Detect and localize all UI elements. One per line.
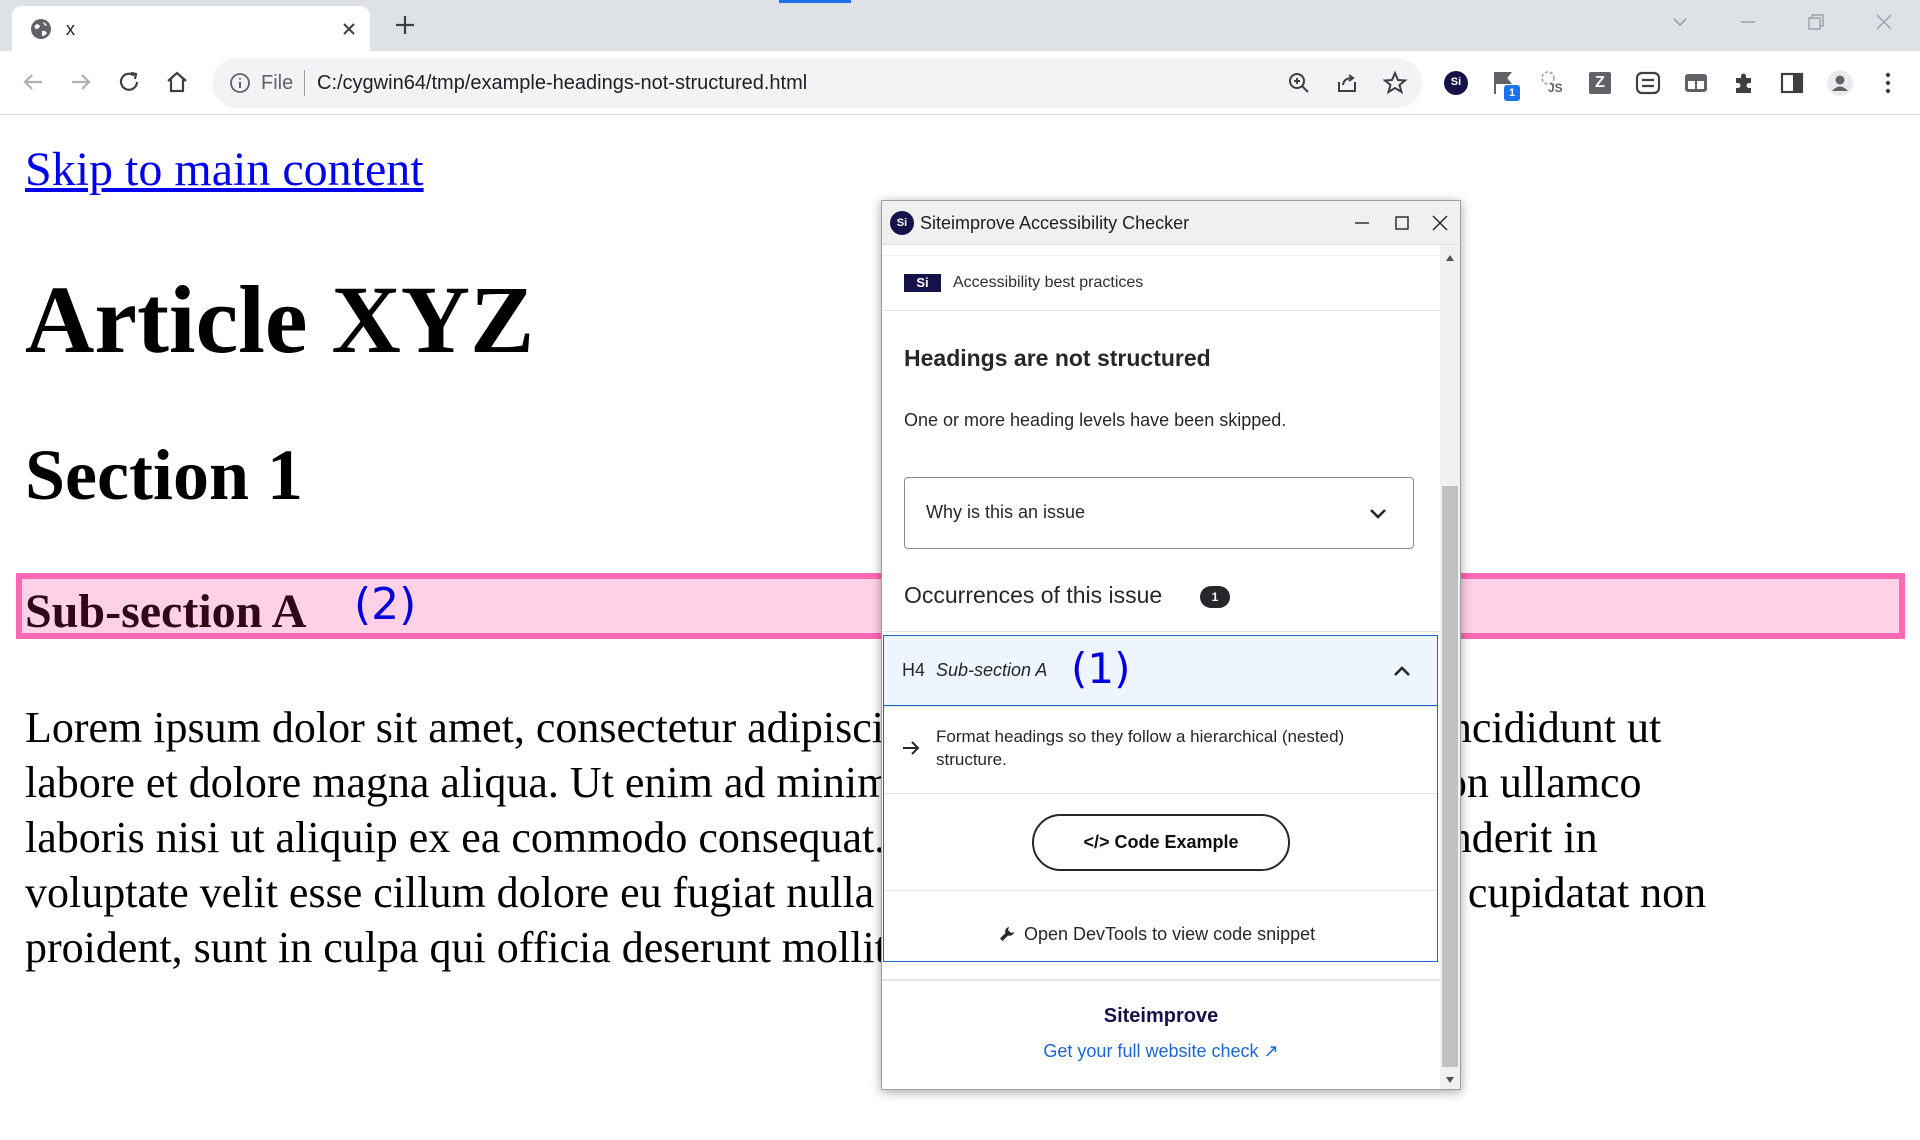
loading-indicator: [779, 0, 851, 3]
profile-avatar-icon[interactable]: [1826, 69, 1854, 97]
code-example-button[interactable]: </> Code Example: [1032, 814, 1290, 871]
scheme-label: File: [261, 72, 294, 94]
wrench-icon: [1000, 927, 1014, 941]
heading-article: Article XYZ: [25, 266, 535, 373]
arrow-right-icon: [903, 741, 920, 755]
guidance-text: Format headings so they follow a hierarc…: [936, 727, 1345, 769]
extension-badge: 1: [1504, 85, 1520, 101]
ext-z-label: Z: [1595, 74, 1605, 91]
siteimprove-logo: Si: [890, 211, 914, 235]
heading-section-1: Section 1: [25, 435, 303, 515]
forward-icon[interactable]: [64, 65, 98, 99]
browser-toolbar: File C:/cygwin64/tmp/example-headings-no…: [0, 51, 1920, 115]
guidance-row: Format headings so they follow a hierarc…: [884, 706, 1437, 794]
address-bar[interactable]: File C:/cygwin64/tmp/example-headings-no…: [212, 58, 1422, 108]
stack-extension-icon[interactable]: [1634, 69, 1662, 97]
side-panel-icon[interactable]: [1778, 69, 1806, 97]
occurrence-name: Sub-section A: [936, 660, 1048, 680]
brand-name: Siteimprove: [1103, 1005, 1219, 1027]
popup-content: Si Accessibility best practices Headings…: [882, 245, 1440, 1089]
devtools-link[interactable]: Open DevTools to view code snippet: [1024, 924, 1315, 945]
category-header: Si Accessibility best practices: [882, 255, 1440, 311]
minimize-icon[interactable]: [1736, 10, 1760, 34]
globe-icon: [31, 19, 51, 39]
restore-icon[interactable]: [1804, 10, 1828, 34]
zoom-icon[interactable]: [1286, 70, 1312, 96]
popup-title: Siteimprove Accessibility Checker: [920, 213, 1190, 233]
bookmark-star-icon[interactable]: [1382, 70, 1408, 96]
popup-maximize-icon[interactable]: [1390, 211, 1414, 235]
tab-search-icon[interactable]: [1668, 10, 1692, 34]
si-badge: Si: [904, 274, 941, 292]
ext-si-label: Si: [1450, 76, 1462, 88]
issue-title: Headings are not structured: [904, 345, 1211, 371]
reload-icon[interactable]: [112, 65, 146, 99]
skip-to-main-link[interactable]: Skip to main content: [25, 142, 424, 197]
url-text[interactable]: C:/cygwin64/tmp/example-headings-not-str…: [317, 72, 807, 95]
occurrence-details: Format headings so they follow a hierarc…: [883, 706, 1438, 962]
occurrence-tag: H4: [902, 660, 926, 680]
popup-minimize-icon[interactable]: [1350, 211, 1374, 235]
why-is-this-an-issue-accordion[interactable]: Why is this an issue: [904, 477, 1414, 549]
tab-title: x: [66, 19, 75, 39]
popup-title-bar[interactable]: Si Siteimprove Accessibility Checker: [882, 201, 1460, 245]
scroll-up-arrow-icon[interactable]: [1446, 255, 1454, 261]
occurrences-heading: Occurrences of this issue: [904, 582, 1163, 608]
full-website-check-link[interactable]: Get your full website check ↗: [882, 1041, 1440, 1062]
chevron-down-icon: [1370, 509, 1386, 519]
popup-close-icon[interactable]: [1428, 211, 1452, 235]
scroll-down-arrow-icon[interactable]: [1446, 1077, 1454, 1083]
reader-extension-icon[interactable]: [1682, 69, 1710, 97]
popup-scrollbar[interactable]: [1440, 245, 1460, 1089]
divider: [882, 979, 1440, 981]
back-icon[interactable]: [16, 65, 50, 99]
ext-js-label: JS: [1548, 81, 1563, 95]
annotation-marker-1: (1): [1071, 644, 1131, 693]
occurrences-count-badge: 1: [1200, 586, 1230, 608]
chevron-up-icon[interactable]: [1391, 660, 1413, 682]
js-extension-icon[interactable]: JS: [1538, 69, 1566, 97]
kebab-menu-icon[interactable]: [1874, 69, 1902, 97]
divider: [304, 70, 305, 96]
flag-extension-icon[interactable]: 1: [1490, 69, 1520, 101]
heading-sub-section-a: Sub-section A: [25, 585, 307, 638]
share-icon[interactable]: [1334, 70, 1360, 96]
z-extension-icon[interactable]: Z: [1586, 69, 1614, 97]
code-example-label: </> Code Example: [1083, 832, 1239, 852]
home-icon[interactable]: [160, 65, 194, 99]
new-tab-icon[interactable]: [392, 12, 418, 38]
browser-tab[interactable]: x: [12, 6, 370, 51]
annotation-marker-2: (2): [354, 579, 417, 630]
tab-bar: x: [0, 0, 1920, 51]
close-window-icon[interactable]: [1872, 10, 1896, 34]
accordion-label: Why is this an issue: [926, 502, 1086, 522]
info-icon[interactable]: [228, 71, 252, 95]
divider: [884, 890, 1437, 891]
scrollbar-thumb[interactable]: [1442, 486, 1458, 1067]
category-label: Accessibility best practices: [953, 274, 1144, 291]
accessibility-checker-window: Si Siteimprove Accessibility Checker Si …: [881, 200, 1461, 1090]
close-tab-icon[interactable]: [338, 18, 360, 40]
extensions-puzzle-icon[interactable]: [1730, 69, 1758, 97]
siteimprove-extension-icon[interactable]: Si: [1442, 69, 1470, 97]
issue-description: One or more heading levels have been ski…: [904, 410, 1287, 430]
occurrence-item[interactable]: H4 Sub-section A (1): [883, 635, 1438, 706]
divider: [882, 631, 1440, 632]
